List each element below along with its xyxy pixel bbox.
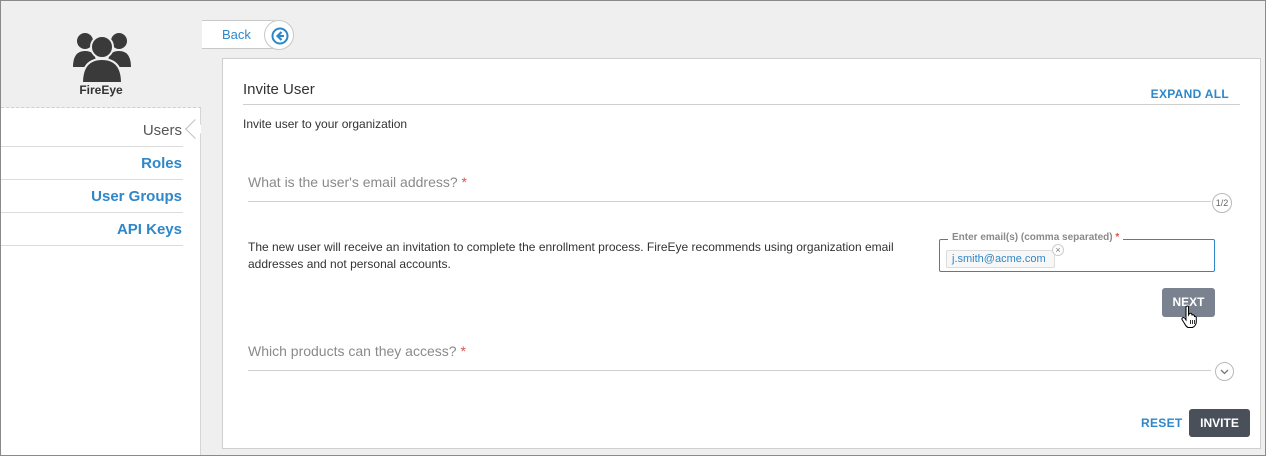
reset-button[interactable]: RESET bbox=[1141, 416, 1183, 430]
step-question: Which products can they access? bbox=[248, 343, 457, 359]
page-subtitle: Invite user to your organization bbox=[243, 117, 408, 131]
gutter-right bbox=[1261, 58, 1265, 455]
back-arrow-button[interactable] bbox=[264, 20, 294, 50]
email-chip-value: j.smith@acme.com bbox=[952, 253, 1046, 265]
step-divider bbox=[248, 370, 1211, 371]
back-arrow-icon bbox=[271, 27, 289, 45]
step-question: What is the user's email address? bbox=[248, 174, 458, 190]
sidebar-item-label: Users bbox=[142, 122, 182, 139]
invite-user-panel: Invite User EXPAND ALL Invite user to yo… bbox=[222, 58, 1261, 449]
sidebar-nav: Users Roles User Groups API Keys bbox=[1, 114, 205, 246]
gutter-left bbox=[201, 58, 222, 455]
users-logo-icon bbox=[73, 33, 131, 83]
chip-remove-icon[interactable]: × bbox=[1052, 244, 1064, 256]
email-field[interactable]: Enter email(s) (comma separated) * j.smi… bbox=[939, 232, 1215, 272]
invite-button[interactable]: INVITE bbox=[1189, 409, 1250, 437]
sidebar-item-api-keys[interactable]: API Keys bbox=[1, 213, 183, 246]
sidebar-item-users[interactable]: Users bbox=[1, 114, 205, 147]
gutter-bottom bbox=[201, 449, 1265, 455]
step-email-heading[interactable]: What is the user's email address? * bbox=[248, 174, 467, 190]
topbar: Back bbox=[201, 1, 1265, 58]
sidebar-item-user-groups[interactable]: User Groups bbox=[1, 180, 183, 213]
expand-all-link[interactable]: EXPAND ALL bbox=[1151, 87, 1229, 101]
page-title: Invite User bbox=[243, 81, 315, 98]
email-chip: j.smith@acme.com bbox=[946, 250, 1055, 268]
sidebar: FireEye Users Roles User Groups API Keys bbox=[1, 1, 205, 455]
email-field-label: Enter email(s) (comma separated) * bbox=[948, 232, 1124, 243]
brand-name: FireEye bbox=[79, 83, 123, 97]
chevron-down-icon bbox=[1220, 369, 1229, 375]
required-mark: * bbox=[461, 174, 467, 190]
title-divider bbox=[243, 104, 1240, 105]
chevron-down-icon[interactable] bbox=[1215, 362, 1234, 381]
hand-cursor-icon bbox=[1181, 305, 1197, 328]
required-mark: * bbox=[460, 343, 466, 359]
sidebar-item-label: API Keys bbox=[116, 221, 182, 238]
step-counter-badge: 1/2 bbox=[1212, 193, 1232, 213]
sidebar-item-roles[interactable]: Roles bbox=[1, 147, 183, 180]
step-description: The new user will receive an invitation … bbox=[248, 240, 894, 271]
sidebar-item-label: User Groups bbox=[91, 188, 182, 205]
step-products-heading[interactable]: Which products can they access? * bbox=[248, 343, 466, 359]
logo-area: FireEye bbox=[1, 1, 201, 108]
sidebar-item-label: Roles bbox=[141, 155, 182, 172]
step-divider bbox=[248, 201, 1211, 202]
